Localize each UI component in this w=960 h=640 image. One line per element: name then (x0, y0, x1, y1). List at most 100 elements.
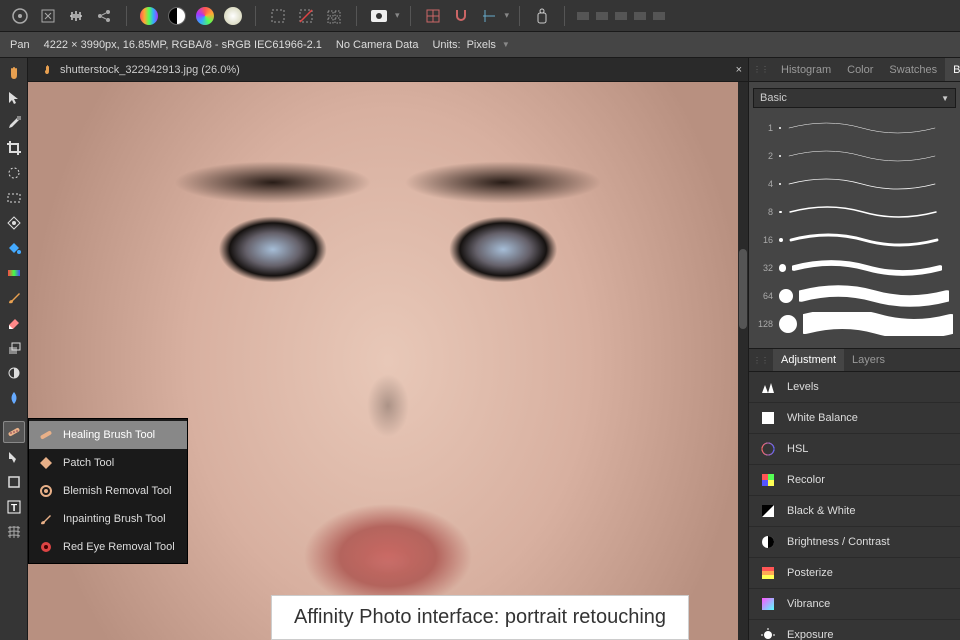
fill-tool[interactable] (3, 237, 25, 259)
align-group[interactable] (575, 4, 667, 28)
adjustment-icon (759, 471, 777, 489)
tab-histogram[interactable]: Histogram (773, 58, 839, 81)
adjustment-icon (759, 533, 777, 551)
adjustment-item[interactable]: White Balance (749, 403, 960, 434)
brush-dot-icon (779, 238, 783, 242)
brush-dot-icon (779, 315, 797, 333)
adjustment-icon (759, 409, 777, 427)
healing-flyout-menu: Healing Brush ToolPatch ToolBlemish Remo… (28, 418, 188, 564)
hue-wheel-icon[interactable] (193, 4, 217, 28)
chevron-down-icon: ▼ (941, 94, 949, 103)
tab-adjustment[interactable]: Adjustment (773, 349, 844, 371)
tab-color[interactable]: Color (839, 58, 881, 81)
flyout-item[interactable]: Red Eye Removal Tool (29, 533, 187, 561)
marquee-tool[interactable] (3, 187, 25, 209)
flyout-item[interactable]: Healing Brush Tool (29, 421, 187, 449)
brush-row[interactable]: 32 (755, 254, 954, 282)
tab-layers[interactable]: Layers (844, 349, 893, 371)
vertical-scrollbar[interactable] (738, 82, 748, 640)
brush-dot-icon (779, 211, 782, 214)
contrast-icon[interactable] (165, 4, 189, 28)
erase-tool[interactable] (3, 312, 25, 334)
flood-select-tool[interactable] (3, 212, 25, 234)
color-picker-tool[interactable] (3, 112, 25, 134)
adjustment-item[interactable]: HSL (749, 434, 960, 465)
adjustment-item[interactable]: Exposure (749, 620, 960, 640)
app-icon[interactable] (8, 4, 32, 28)
dodge-burn-tool[interactable] (3, 362, 25, 384)
paint-brush-tool[interactable] (3, 287, 25, 309)
snap-icon[interactable] (449, 4, 473, 28)
adjustment-item[interactable]: Black & White (749, 496, 960, 527)
upper-panel-tabs: ⋮⋮ Histogram Color Swatches Brushes (749, 58, 960, 82)
adjustment-item[interactable]: Posterize (749, 558, 960, 589)
brush-row[interactable]: 16 (755, 226, 954, 254)
clone-tool[interactable] (3, 337, 25, 359)
brush-row[interactable]: 64 (755, 282, 954, 310)
tool-name: Pan (10, 39, 30, 51)
brush-row[interactable]: 8 (755, 198, 954, 226)
waveform-icon[interactable] (64, 4, 88, 28)
right-panel-area: ⋮⋮ Histogram Color Swatches Brushes Basi… (748, 58, 960, 640)
brush-list: 1248163264128 (753, 108, 956, 344)
marquee-icon[interactable] (266, 4, 290, 28)
brush-row[interactable]: 1 (755, 114, 954, 142)
grip-icon[interactable]: ⋮⋮ (749, 65, 773, 74)
interface-icon[interactable] (36, 4, 60, 28)
gradient-tool[interactable] (3, 262, 25, 284)
assistant-icon[interactable] (530, 4, 554, 28)
crop-tool[interactable] (3, 137, 25, 159)
deselect-icon[interactable] (294, 4, 318, 28)
flyout-item[interactable]: Patch Tool (29, 449, 187, 477)
document-tab-label: shutterstock_322942913.jpg (26.0%) (60, 64, 240, 76)
soft-icon[interactable] (221, 4, 245, 28)
grip-icon[interactable]: ⋮⋮ (749, 356, 773, 365)
brush-dot-icon (779, 155, 781, 157)
chevron-down-icon: ▼ (502, 40, 510, 49)
flyout-item[interactable]: Blemish Removal Tool (29, 477, 187, 505)
stripes-icon[interactable] (137, 4, 161, 28)
grid-icon[interactable] (421, 4, 445, 28)
adjustment-icon (759, 564, 777, 582)
tool-icon (37, 482, 55, 500)
adjustment-item[interactable]: Recolor (749, 465, 960, 496)
brush-dot-icon (779, 264, 786, 271)
share-icon[interactable] (92, 4, 116, 28)
move-tool[interactable] (3, 87, 25, 109)
blur-tool[interactable] (3, 387, 25, 409)
adjustment-item[interactable]: Vibrance (749, 589, 960, 620)
brush-row[interactable]: 128 (755, 310, 954, 338)
adjustment-item[interactable]: Brightness / Contrast (749, 527, 960, 558)
brush-stroke-preview (789, 228, 954, 252)
units-dropdown[interactable]: Units: Pixels ▼ (432, 39, 509, 51)
document-tab[interactable]: shutterstock_322942913.jpg (26.0%) (34, 58, 248, 81)
tab-swatches[interactable]: Swatches (881, 58, 945, 81)
image-dims: 4222 × 3990px, 16.85MP, RGBA/8 - sRGB IE… (44, 39, 322, 51)
tab-brushes[interactable]: Brushes (945, 58, 960, 81)
brush-stroke-preview (787, 116, 954, 140)
pen-tool[interactable] (3, 446, 25, 468)
tool-column: T (0, 58, 28, 640)
adjustment-icon (759, 440, 777, 458)
brushes-panel: Basic ▼ 1248163264128 (749, 82, 960, 348)
brush-dot-icon (779, 183, 781, 185)
flyout-item[interactable]: Inpainting Brush Tool (29, 505, 187, 533)
adjustment-list: LevelsWhite BalanceHSLRecolorBlack & Whi… (749, 372, 960, 640)
adjustment-item[interactable]: Levels (749, 372, 960, 403)
selection-ops-icon[interactable] (322, 4, 346, 28)
mesh-tool[interactable] (3, 521, 25, 543)
hand-tool[interactable] (3, 62, 25, 84)
adjustment-icon (759, 595, 777, 613)
brush-stroke-preview (792, 256, 954, 280)
quickmask-icon[interactable] (367, 4, 391, 28)
selection-brush-tool[interactable] (3, 162, 25, 184)
healing-tool[interactable] (3, 421, 25, 443)
text-tool[interactable]: T (3, 496, 25, 518)
close-icon[interactable]: × (736, 64, 742, 76)
brush-category-select[interactable]: Basic ▼ (753, 88, 956, 108)
brush-dot-icon (779, 127, 781, 129)
shape-tool[interactable] (3, 471, 25, 493)
guide-icon[interactable] (477, 4, 501, 28)
brush-row[interactable]: 2 (755, 142, 954, 170)
brush-row[interactable]: 4 (755, 170, 954, 198)
